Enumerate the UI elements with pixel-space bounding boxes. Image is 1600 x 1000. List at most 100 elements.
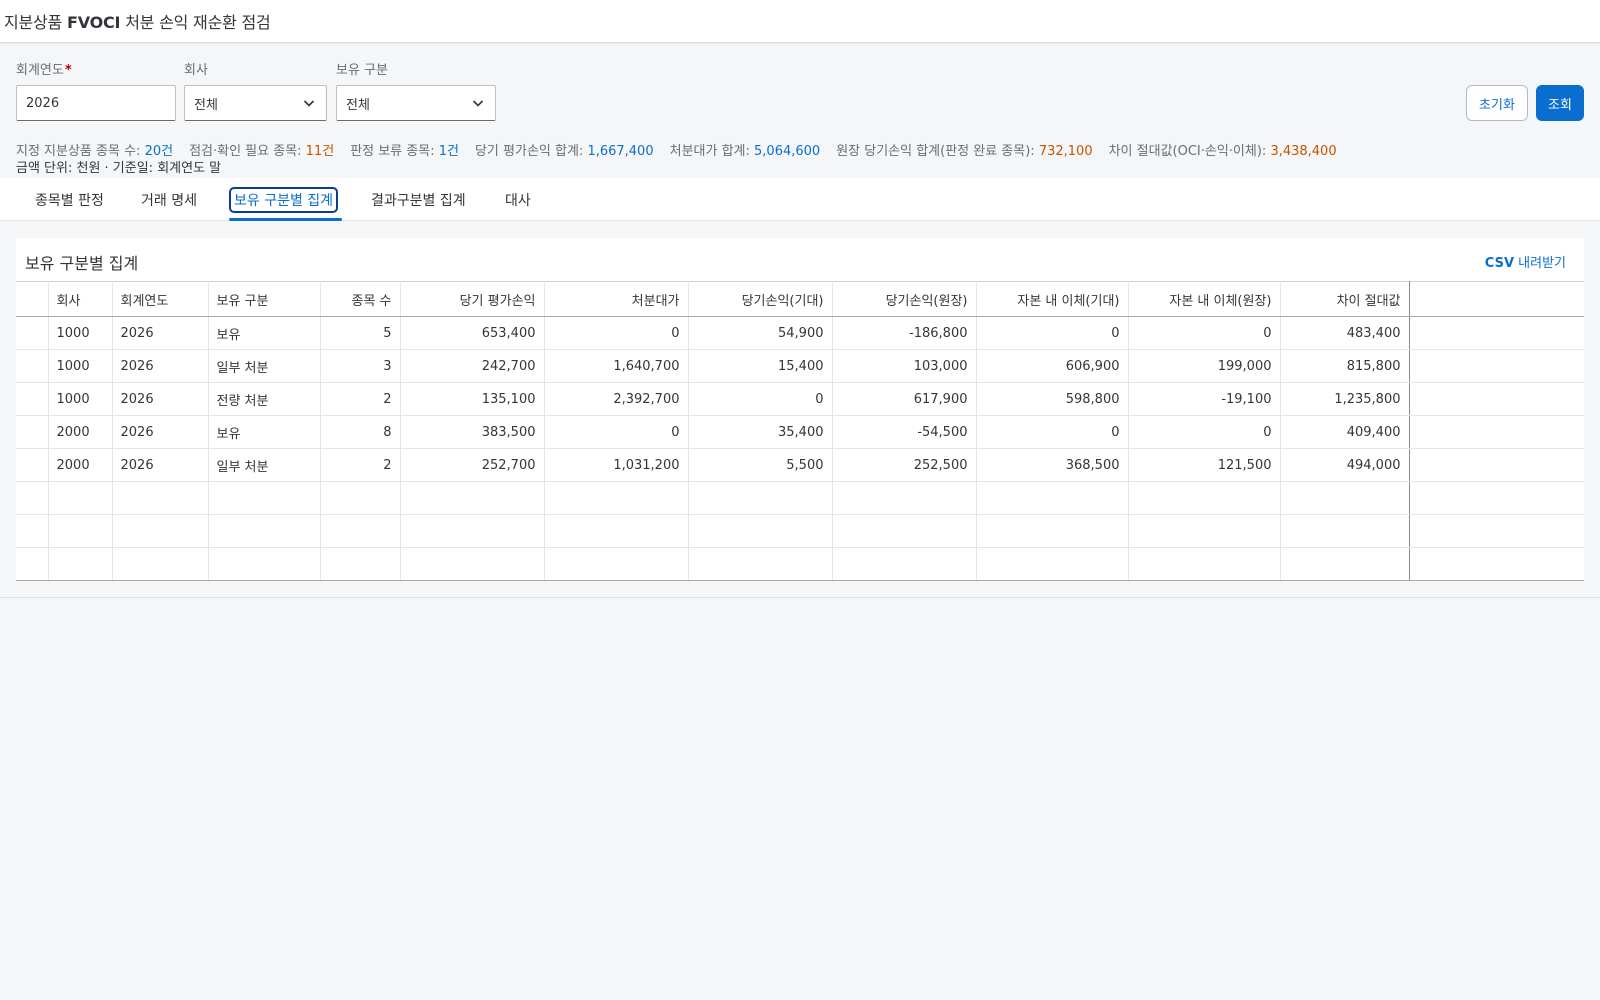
table-row[interactable]: 1000 2026 보유 5 653,400 0 54,900 -186,800 0 0 483,4…	[16, 316, 1584, 350]
tab-label: 종목별 판정	[35, 192, 104, 209]
fiscal-year-input[interactable]: 2026	[16, 85, 176, 121]
holding-type-select-value: 전체	[346, 97, 370, 113]
table-cell: 383,500	[400, 415, 545, 449]
row-selector-cell	[16, 481, 49, 515]
tab-label: 보유 구분별 집계	[228, 186, 339, 213]
row-filler	[1409, 382, 1584, 416]
tab-item-judgment[interactable]: 종목별 판정	[33, 178, 106, 221]
column-header[interactable]: 당기손익(기대)	[688, 281, 833, 317]
tab-transaction-detail[interactable]: 거래 명세	[139, 178, 199, 221]
table-cell	[1280, 481, 1410, 515]
column-header[interactable]: 자본 내 이체(기대)	[976, 281, 1129, 317]
fiscal-year-value: 2026	[26, 95, 60, 111]
kpi-item: 판정 보류 종목: 1건	[350, 140, 459, 159]
column-header[interactable]: 회계연도	[112, 281, 209, 317]
table-cell	[400, 481, 545, 515]
table-cell: 1,031,200	[544, 448, 689, 482]
tab-label: 대사	[505, 192, 531, 209]
tab-label: 결과구분별 집계	[371, 192, 466, 209]
chevron-down-icon	[472, 100, 484, 107]
column-header[interactable]: 회사	[48, 281, 113, 317]
column-header[interactable]: 차이 절대값	[1280, 281, 1410, 317]
table-cell: 2000	[48, 448, 113, 482]
company-select[interactable]: 전체	[184, 85, 327, 121]
column-header[interactable]: 당기손익(원장)	[832, 281, 977, 317]
reset-button[interactable]: 초기화	[1466, 85, 1528, 121]
row-filler	[1409, 415, 1584, 449]
column-header[interactable]: 처분대가	[544, 281, 689, 317]
search-button[interactable]: 조회	[1536, 85, 1584, 121]
table-cell: 54,900	[688, 316, 833, 350]
row-filler	[1409, 547, 1584, 581]
table-cell: 보유	[208, 415, 321, 449]
table-cell	[832, 481, 977, 515]
kpi-label: 처분대가 합계:	[669, 144, 755, 159]
table-cell	[1128, 547, 1281, 581]
kpi-value: 5,064,600	[754, 144, 821, 159]
table-cell: 494,000	[1280, 448, 1410, 482]
csv-download-link[interactable]: CSV 내려받기	[1485, 252, 1566, 271]
row-filler	[1409, 481, 1584, 515]
row-filler	[1409, 448, 1584, 482]
filter-bar: 회계연도* 2026 회사 전체 보유 구분 전체 초기화 조회 지정 지분상품…	[0, 43, 1600, 178]
units-note: 금액 단위: 천원 · 기준일: 회계연도 말	[16, 161, 222, 176]
row-selector-cell	[16, 448, 49, 482]
table-cell: 368,500	[976, 448, 1129, 482]
table-cell: 15,400	[688, 349, 833, 383]
tab-holding-summary[interactable]: 보유 구분별 집계	[228, 178, 339, 221]
tab-reconciliation[interactable]: 대사	[503, 178, 533, 221]
table-cell	[400, 514, 545, 548]
table-cell: 1000	[48, 349, 113, 383]
required-marker: *	[64, 63, 72, 78]
table-cell	[976, 514, 1129, 548]
tab-result-summary[interactable]: 결과구분별 집계	[369, 178, 468, 221]
table-cell: 0	[1128, 415, 1281, 449]
table-cell	[976, 481, 1129, 515]
table-cell	[688, 547, 833, 581]
table-cell: 483,400	[1280, 316, 1410, 350]
kpi-value: 732,100	[1038, 144, 1093, 159]
table-row[interactable]: 2000 2026 보유 8 383,500 0 35,400 -54,500 0 0 409,40…	[16, 415, 1584, 449]
table-cell: 242,700	[400, 349, 545, 383]
table-cell	[976, 547, 1129, 581]
kpi-label: 당기 평가손익 합계:	[474, 144, 588, 159]
table-cell	[544, 547, 689, 581]
column-header[interactable]: 보유 구분	[208, 281, 321, 317]
table-cell: 2026	[112, 382, 209, 416]
table-cell: 0	[976, 316, 1129, 350]
column-header[interactable]	[16, 281, 49, 317]
holding-type-select[interactable]: 전체	[336, 85, 496, 121]
table-cell: 2026	[112, 316, 209, 350]
table-cell: -19,100	[1128, 382, 1281, 416]
table-cell: 8	[320, 415, 401, 449]
table-row[interactable]: 2000 2026 일부 처분 2 252,700 1,031,200 5,500 252,5…	[16, 448, 1584, 482]
table-cell: 252,700	[400, 448, 545, 482]
table-cell: 606,900	[976, 349, 1129, 383]
table-cell: 전량 처분	[208, 382, 321, 416]
kpi-item: 당기 평가손익 합계: 1,667,400	[475, 140, 654, 159]
row-selector-cell	[16, 349, 49, 383]
table-cell: 2026	[112, 349, 209, 383]
table-row[interactable]: 1000 2026 전량 처분 2 135,100 2,392,700 0 617,900 59…	[16, 382, 1584, 416]
row-filler	[1409, 514, 1584, 548]
table-cell: 815,800	[1280, 349, 1410, 383]
table-cell: 0	[976, 415, 1129, 449]
table-cell: 보유	[208, 316, 321, 350]
column-header[interactable]: 당기 평가손익	[400, 281, 545, 317]
table-row[interactable]: 1000 2026 일부 처분 3 242,700 1,640,700 15,400 103,…	[16, 349, 1584, 383]
table-cell: 2	[320, 448, 401, 482]
table-cell	[1280, 547, 1410, 581]
column-header[interactable]: 자본 내 이체(원장)	[1128, 281, 1281, 317]
column-header[interactable]: 종목 수	[320, 281, 401, 317]
table-cell: 1,235,800	[1280, 382, 1410, 416]
table-cell	[544, 514, 689, 548]
table-cell: 0	[1128, 316, 1281, 350]
table-cell	[400, 547, 545, 581]
table-cell: 3	[320, 349, 401, 383]
table-cell: 121,500	[1128, 448, 1281, 482]
table-cell: 5	[320, 316, 401, 350]
kpi-value: 1건	[438, 144, 459, 159]
table-cell	[544, 481, 689, 515]
shell-bar: 지분상품 FVOCI 처분 손익 재순환 점검	[0, 0, 1600, 43]
tab-bar: 종목별 판정 거래 명세 보유 구분별 집계 결과구분별 집계 대사	[0, 178, 1600, 221]
